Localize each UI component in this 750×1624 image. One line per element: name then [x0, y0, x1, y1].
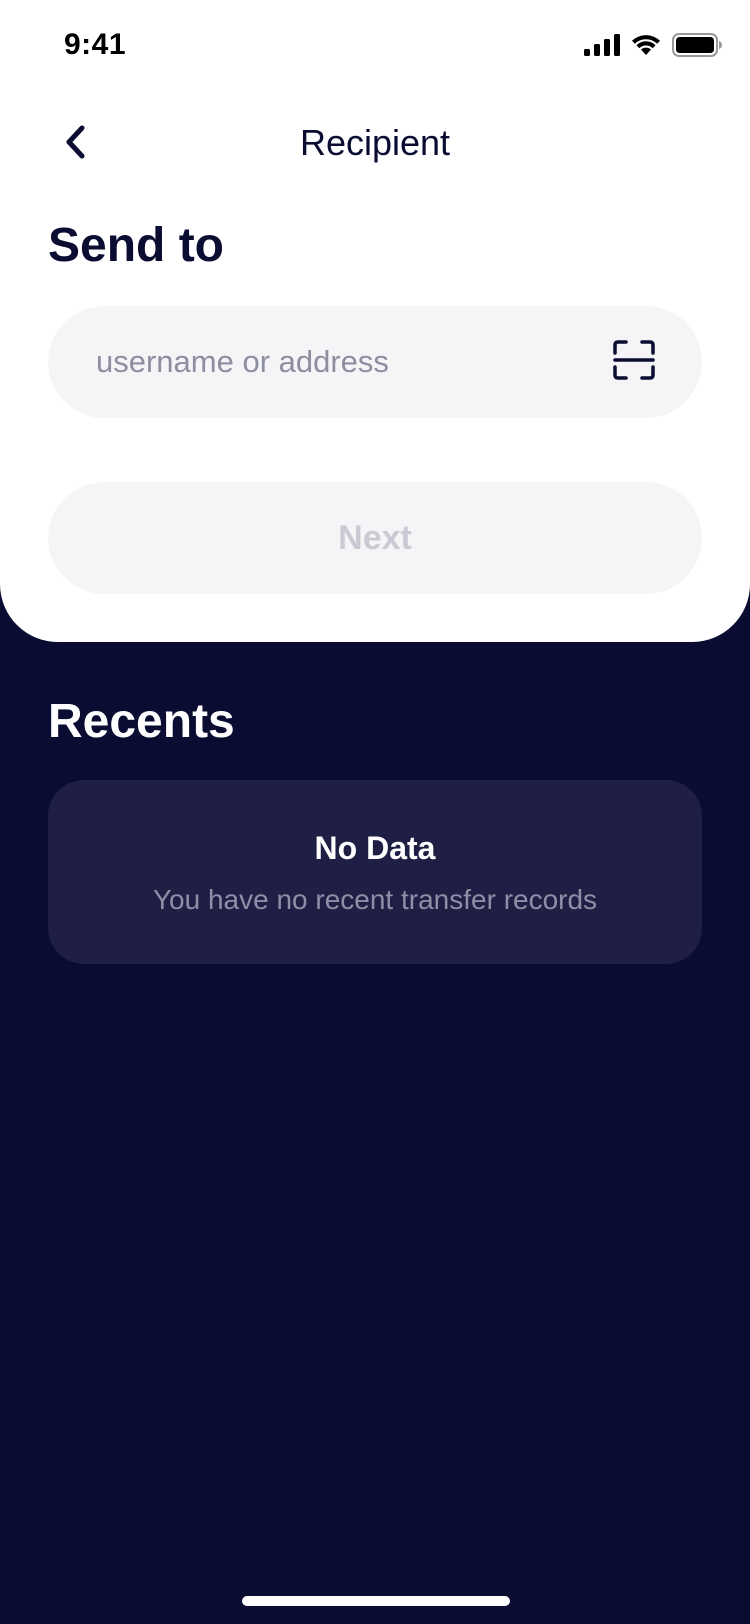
- wifi-icon: [630, 33, 662, 62]
- next-button[interactable]: Next: [48, 482, 702, 594]
- page-title: Recipient: [299, 122, 451, 163]
- recents-empty-state: No Data You have no recent transfer reco…: [48, 780, 702, 964]
- status-bar: 9:41: [0, 0, 750, 92]
- navigation-bar: Recipient: [0, 110, 750, 180]
- status-time: 9:41: [64, 28, 127, 61]
- empty-state-title: No Data: [314, 830, 436, 866]
- scan-button[interactable]: [610, 338, 658, 386]
- top-sheet: 9:41 Recipient Send to username or addre…: [0, 0, 750, 642]
- recipient-field: [48, 306, 702, 418]
- status-icons: [584, 32, 722, 62]
- battery-icon: [672, 32, 722, 62]
- recipient-input[interactable]: [96, 306, 576, 418]
- empty-state-message: You have no recent transfer records: [152, 884, 598, 915]
- home-indicator: [242, 1596, 510, 1606]
- send-to-heading: Send to: [48, 219, 224, 272]
- qr-scan-icon: [612, 339, 656, 386]
- recents-heading: Recents: [48, 695, 235, 748]
- cellular-signal-icon: [584, 33, 620, 61]
